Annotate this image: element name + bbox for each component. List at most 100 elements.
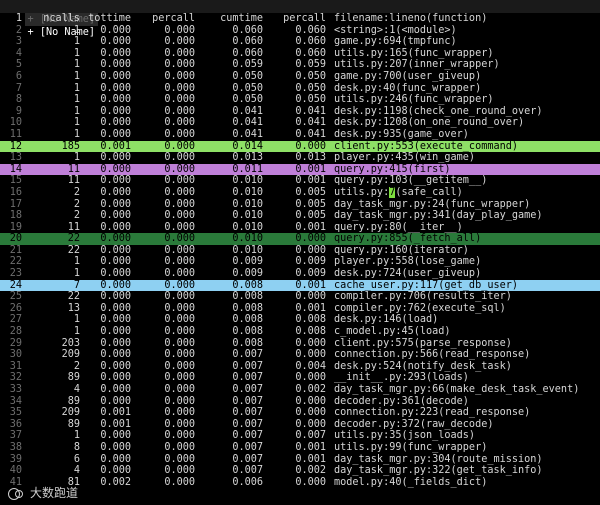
cell-percall-2: 0.000 [295, 476, 326, 488]
line-number: 14 [9, 163, 22, 175]
function-text: desk.py:1198(check_one_round_over) [334, 105, 543, 117]
header-function: filename:lineno(function) [334, 13, 488, 24]
cell-cumtime: 0.041 [232, 128, 263, 140]
cell-percall-2: 0.000 [295, 395, 326, 407]
cell-cumtime: 0.008 [232, 326, 263, 338]
table-row: 31 2 0.000 0.000 0.007 0.004 desk.py:524(notif… [0, 361, 600, 373]
cell-percall-2: 0.041 [295, 117, 326, 129]
cell-cumtime: 0.008 [232, 337, 263, 349]
cell-tottime: 0.001 [100, 407, 131, 419]
cell-function: desk.py:524(notify_desk_task) [326, 361, 512, 373]
cell-tottime: 0.000 [100, 268, 131, 280]
cell-percall-2: 0.001 [295, 302, 326, 314]
cell-cumtime: 0.007 [232, 430, 263, 442]
line-number: 30 [9, 349, 22, 361]
cell-tottime: 0.000 [100, 82, 131, 94]
cell-percall-2: 0.060 [295, 24, 326, 36]
function-text: day_task_mgr.py:66(make_desk_task_event) [334, 384, 580, 395]
cell-function: decoder.py:361(decode) [326, 396, 469, 408]
table-row: 30 209 0.000 0.000 0.007 0.000 connection.py:5… [0, 349, 600, 361]
cell-function: utils.py:35(json_loads) [326, 430, 475, 442]
function-text: utils.py:246(func_wrapper) [334, 94, 494, 106]
cell-percall-2: 0.000 [295, 349, 326, 361]
line-number: 12 [9, 140, 22, 152]
line-number: 35 [9, 407, 22, 419]
header-ncalls: ncalls [43, 13, 80, 24]
function-text: utils.py:165(func_wrapper) [334, 47, 494, 59]
cell-function: desk.py:935(game_over) [326, 129, 469, 141]
table-row: 41 81 0.002 0.000 0.006 0.000 model.py:40(_fie… [0, 477, 600, 489]
cell-percall-1: 0.000 [164, 337, 195, 349]
line-number: 21 [9, 244, 22, 256]
cell-percall-2: 0.059 [295, 59, 326, 71]
cell-percall-2: 0.000 [295, 140, 326, 152]
line-number: 8 [15, 94, 22, 106]
header-percall-1: percall [152, 13, 195, 24]
table-row: 11 1 0.000 0.000 0.041 0.041 desk.py:935(game_… [0, 129, 600, 141]
cell-function: game.py:694(tmpfunc) [326, 36, 457, 48]
cell-function: day_task_mgr.py:304(route_mission) [326, 454, 543, 466]
cell-percall-2: 0.013 [295, 152, 326, 164]
cell-tottime: 0.000 [100, 47, 131, 59]
cell-cumtime: 0.007 [232, 441, 263, 453]
cell-tottime: 0.000 [100, 384, 131, 395]
cell-percall-1: 0.000 [164, 291, 195, 303]
cell-ncalls: 2 [73, 198, 80, 210]
line-number: 6 [15, 70, 22, 82]
table-row: 14 11 0.000 0.000 0.011 0.001 query.py:415(fir… [0, 163, 600, 176]
line-number: 2 [15, 24, 22, 36]
function-text: day_task_mgr.py:304(route_mission) [334, 453, 543, 465]
function-text: desk.py:935(game_over) [334, 128, 469, 140]
cell-percall-2: 0.005 [295, 210, 326, 222]
cell-function: compiler.py:762(execute_sql) [326, 303, 506, 315]
cell-percall-1: 0.000 [164, 430, 195, 442]
table-row: 17 2 0.000 0.000 0.010 0.005 day_task_mgr.py:2… [0, 199, 600, 211]
cell-function: client.py:553(execute_command) [326, 141, 518, 153]
cell-ncalls: 1 [73, 314, 80, 326]
cell-percall-1: 0.000 [164, 349, 195, 361]
cell-function: day_task_mgr.py:322(get_task_info) [326, 465, 543, 477]
cell-function: desk.py:724(user_giveup) [326, 268, 481, 280]
cell-cumtime: 0.010 [232, 175, 263, 187]
function-text: connection.py:223(read_response) [334, 407, 531, 419]
cell-ncalls: 11 [67, 163, 80, 175]
cell-percall-1: 0.000 [164, 36, 195, 48]
line-number: 36 [9, 418, 22, 430]
table-row: 15 11 0.000 0.000 0.010 0.001 query.py:103(__g… [0, 175, 600, 187]
cell-function: <string>:1(<module>) [326, 25, 457, 37]
cell-tottime: 0.000 [100, 430, 131, 442]
function-text: desk.py:1208(on_one_round_over) [334, 117, 525, 129]
cell-ncalls: 1 [73, 256, 80, 268]
cell-cumtime: 0.010 [232, 221, 263, 233]
cell-percall-1: 0.000 [164, 210, 195, 222]
cell-ncalls: 1 [73, 70, 80, 82]
function-text: decoder.py:372(raw_decode) [334, 418, 494, 430]
cell-function: __init__.py:293(loads) [326, 372, 469, 384]
line-number: 16 [9, 186, 22, 198]
cell-percall-1: 0.000 [164, 152, 195, 164]
line-number: 13 [9, 152, 22, 164]
cell-tottime: 0.000 [100, 117, 131, 129]
cell-cumtime: 0.007 [232, 360, 263, 372]
cell-cumtime: 0.007 [232, 349, 263, 361]
cell-percall-1: 0.000 [164, 47, 195, 59]
cell-percall-1: 0.000 [164, 244, 195, 256]
function-text: compiler.py:762(execute_sql) [334, 302, 506, 314]
cell-cumtime: 0.010 [232, 198, 263, 210]
cell-ncalls: 1 [73, 59, 80, 71]
table-row: 10 1 0.000 0.000 0.041 0.041 desk.py:1208(on_o… [0, 117, 600, 129]
cell-percall-2: 0.000 [295, 233, 326, 245]
cell-percall-2: 0.060 [295, 47, 326, 59]
cell-tottime: 0.000 [100, 360, 131, 372]
cell-percall-1: 0.000 [164, 418, 195, 430]
cell-percall-1: 0.000 [164, 94, 195, 106]
line-number: 26 [9, 302, 22, 314]
cell-percall-1: 0.000 [164, 117, 195, 129]
cell-ncalls: 209 [61, 349, 80, 361]
cell-cumtime: 0.041 [232, 117, 263, 129]
cell-percall-2: 0.001 [295, 453, 326, 465]
cell-percall-1: 0.000 [164, 128, 195, 140]
cell-cumtime: 0.011 [232, 163, 263, 175]
cell-function: utils.py:165(func_wrapper) [326, 48, 493, 60]
line-number: 40 [9, 465, 22, 477]
